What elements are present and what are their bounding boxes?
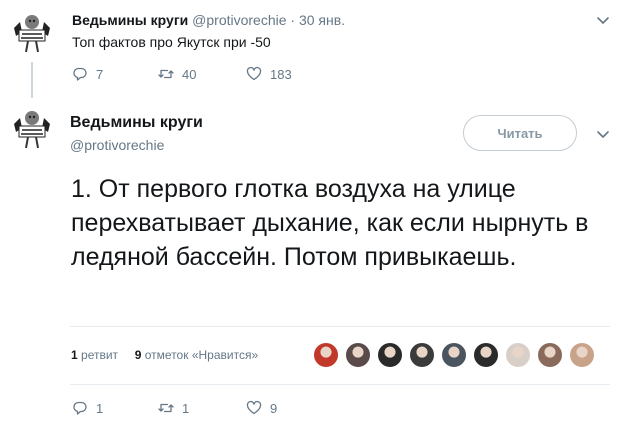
reply-button[interactable]: 7 — [72, 66, 158, 82]
follow-button[interactable]: Читать — [463, 115, 577, 151]
retweet-count: 1 — [182, 400, 190, 416]
chevron-down-icon[interactable] — [595, 12, 611, 28]
divider — [70, 384, 610, 385]
liker-avatar[interactable] — [313, 342, 339, 368]
liker-avatar[interactable] — [537, 342, 563, 368]
heart-icon — [246, 66, 262, 81]
tweet-date[interactable]: · 30 янв. — [290, 12, 345, 28]
liker-avatar[interactable] — [473, 342, 499, 368]
liker-avatar[interactable] — [505, 342, 531, 368]
reply-count: 1 — [96, 400, 104, 416]
like-count: 9 — [270, 400, 278, 416]
reply-count: 7 — [96, 66, 104, 82]
retweets-stat[interactable]: 1 ретвит — [71, 348, 118, 362]
retweet-icon — [158, 69, 174, 79]
avatar-image — [8, 8, 56, 56]
avatar[interactable] — [8, 104, 56, 152]
liker-avatar[interactable] — [441, 342, 467, 368]
author-handle[interactable]: @protivorechie — [70, 137, 164, 153]
tweet-actions: 7 40 183 — [72, 66, 292, 82]
author-name[interactable]: Ведьмины круги — [70, 114, 203, 132]
author-name[interactable]: Ведьмины круги — [72, 12, 188, 28]
reply-button[interactable]: 1 — [72, 400, 158, 416]
retweet-count: 40 — [182, 66, 197, 82]
divider — [70, 326, 610, 327]
liker-avatars — [313, 342, 595, 368]
like-count: 183 — [270, 66, 292, 82]
reply-icon — [73, 67, 87, 81]
tweet-text: 1. От первого глотка воздуха на улице пе… — [71, 175, 589, 271]
retweet-button[interactable]: 40 — [158, 66, 246, 82]
liker-avatar[interactable] — [377, 342, 403, 368]
reply-icon — [73, 401, 87, 415]
author-handle[interactable]: @protivorechie — [192, 12, 286, 28]
thread-line — [31, 62, 33, 98]
tweet-actions: 1 1 9 — [72, 400, 277, 416]
liker-avatar[interactable] — [409, 342, 435, 368]
tweet-header: Ведьмины круги @protivorechie · 30 янв. — [72, 12, 345, 28]
tweet-text: Топ фактов про Якутск при -50 — [72, 34, 271, 50]
like-button[interactable]: 9 — [246, 400, 277, 416]
tweet-stats: 1 ретвит 9 отметок «Нравится» — [71, 348, 258, 362]
liker-avatar[interactable] — [345, 342, 371, 368]
chevron-down-icon[interactable] — [595, 126, 611, 142]
heart-icon — [246, 400, 262, 415]
like-button[interactable]: 183 — [246, 66, 292, 82]
avatar[interactable] — [8, 8, 56, 56]
liker-avatar[interactable] — [569, 342, 595, 368]
retweet-button[interactable]: 1 — [158, 400, 246, 416]
retweet-icon — [158, 403, 174, 413]
likes-stat[interactable]: 9 отметок «Нравится» — [135, 348, 258, 362]
avatar-image — [8, 104, 56, 152]
